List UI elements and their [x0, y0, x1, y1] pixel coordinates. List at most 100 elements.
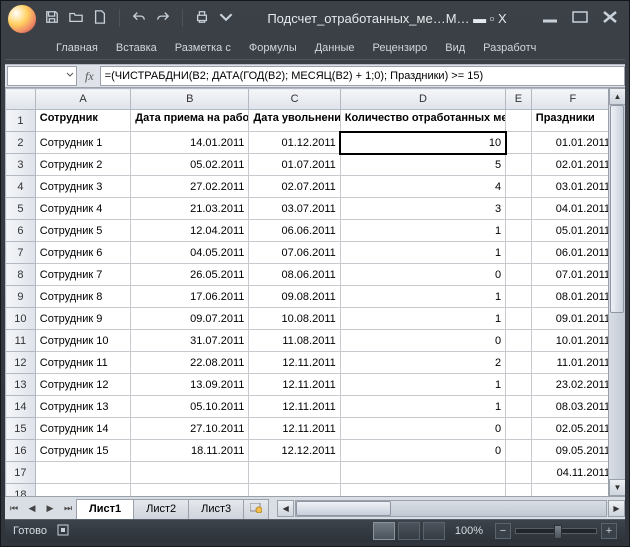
vertical-scrollbar[interactable]: ▲ ▼ [608, 88, 625, 496]
row-header-1[interactable]: 1 [6, 110, 36, 132]
zoom-slider[interactable] [515, 528, 597, 534]
insert-sheet-icon[interactable] [243, 499, 269, 519]
cell-B10[interactable]: 09.07.2011 [131, 308, 249, 330]
cell-E14[interactable] [506, 396, 532, 418]
cell-D7[interactable]: 1 [340, 242, 505, 264]
cell-F14[interactable]: 08.03.2011 [531, 396, 608, 418]
cell-F4[interactable]: 03.01.2011 [531, 176, 608, 198]
row-header-8[interactable]: 8 [6, 264, 36, 286]
row-header-15[interactable]: 15 [6, 418, 36, 440]
cell-B18[interactable] [131, 484, 249, 497]
row-header-7[interactable]: 7 [6, 242, 36, 264]
cell-B6[interactable]: 12.04.2011 [131, 220, 249, 242]
formula-input[interactable]: =(ЧИСТРАБДНИ(B2; ДАТА(ГОД(B2); МЕСЯЦ(B2)… [100, 66, 625, 86]
tab-nav-next[interactable]: ▶ [41, 499, 59, 517]
cell-F2[interactable]: 01.01.2011 [531, 132, 608, 154]
view-pagelayout-button[interactable] [398, 522, 420, 540]
ribbon-tab-главная[interactable]: Главная [47, 39, 107, 59]
cell-F6[interactable]: 05.01.2011 [531, 220, 608, 242]
row-header-9[interactable]: 9 [6, 286, 36, 308]
row-header-5[interactable]: 5 [6, 198, 36, 220]
cell-E10[interactable] [506, 308, 532, 330]
row-header-2[interactable]: 2 [6, 132, 36, 154]
cell-E4[interactable] [506, 176, 532, 198]
cell-C16[interactable]: 12.12.2011 [249, 440, 340, 462]
col-header-A[interactable]: A [35, 89, 131, 110]
cell-D18[interactable] [340, 484, 505, 497]
print-preview-icon[interactable] [195, 10, 209, 27]
row-header-16[interactable]: 16 [6, 440, 36, 462]
cell-F7[interactable]: 06.01.2011 [531, 242, 608, 264]
cell-C9[interactable]: 09.08.2011 [249, 286, 340, 308]
ribbon-tab-вставка[interactable]: Вставка [107, 39, 166, 59]
open-icon[interactable] [69, 10, 83, 27]
spreadsheet[interactable]: ABCDEF1СотрудникДата приема на работуДат… [5, 88, 608, 496]
cell-C8[interactable]: 08.06.2011 [249, 264, 340, 286]
cell-C15[interactable]: 12.11.2011 [249, 418, 340, 440]
cell-E16[interactable] [506, 440, 532, 462]
cell-E7[interactable] [506, 242, 532, 264]
cell-A5[interactable]: Сотрудник 4 [35, 198, 131, 220]
row-header-17[interactable]: 17 [6, 462, 36, 484]
cell-B12[interactable]: 22.08.2011 [131, 352, 249, 374]
cell-D1[interactable]: Количество отработанных месяцев [340, 110, 505, 132]
cell-B13[interactable]: 13.09.2011 [131, 374, 249, 396]
select-all-corner[interactable] [6, 89, 36, 110]
cell-B17[interactable] [131, 462, 249, 484]
cell-C6[interactable]: 06.06.2011 [249, 220, 340, 242]
cell-B9[interactable]: 17.06.2011 [131, 286, 249, 308]
cell-F13[interactable]: 23.02.2011 [531, 374, 608, 396]
cell-E3[interactable] [506, 154, 532, 176]
cell-E8[interactable] [506, 264, 532, 286]
cell-B4[interactable]: 27.02.2011 [131, 176, 249, 198]
cell-F1[interactable]: Праздники [531, 110, 608, 132]
cell-B7[interactable]: 04.05.2011 [131, 242, 249, 264]
row-header-12[interactable]: 12 [6, 352, 36, 374]
cell-A17[interactable] [35, 462, 131, 484]
ribbon-tab-формулы[interactable]: Формулы [240, 39, 306, 59]
cell-D15[interactable]: 0 [340, 418, 505, 440]
redo-icon[interactable] [156, 10, 170, 27]
save-icon[interactable] [45, 10, 59, 27]
cell-F15[interactable]: 02.05.2011 [531, 418, 608, 440]
sheet-tab-Лист2[interactable]: Лист2 [133, 499, 189, 519]
cell-E12[interactable] [506, 352, 532, 374]
cell-D14[interactable]: 1 [340, 396, 505, 418]
cell-B16[interactable]: 18.11.2011 [131, 440, 249, 462]
sheet-tab-Лист3[interactable]: Лист3 [188, 499, 244, 519]
cell-B14[interactable]: 05.10.2011 [131, 396, 249, 418]
scroll-up-icon[interactable]: ▲ [609, 88, 625, 105]
cell-B8[interactable]: 26.05.2011 [131, 264, 249, 286]
cell-C12[interactable]: 12.11.2011 [249, 352, 340, 374]
cell-F11[interactable]: 10.01.2011 [531, 330, 608, 352]
scroll-left-icon[interactable]: ◀ [277, 500, 294, 517]
row-header-14[interactable]: 14 [6, 396, 36, 418]
cell-D16[interactable]: 0 [340, 440, 505, 462]
macro-record-icon[interactable] [57, 524, 69, 539]
hscroll-thumb[interactable] [296, 501, 391, 516]
view-normal-button[interactable] [373, 522, 395, 540]
cell-A7[interactable]: Сотрудник 6 [35, 242, 131, 264]
cell-A15[interactable]: Сотрудник 14 [35, 418, 131, 440]
cell-E1[interactable] [506, 110, 532, 132]
zoom-level[interactable]: 100% [455, 525, 483, 537]
scroll-thumb[interactable] [610, 105, 624, 313]
cell-F18[interactable] [531, 484, 608, 497]
qat-dropdown-icon[interactable] [219, 10, 233, 27]
cell-A16[interactable]: Сотрудник 15 [35, 440, 131, 462]
cell-D6[interactable]: 1 [340, 220, 505, 242]
cell-C2[interactable]: 01.12.2011 [249, 132, 340, 154]
cell-D12[interactable]: 2 [340, 352, 505, 374]
office-button[interactable] [7, 4, 37, 34]
grid[interactable]: ABCDEF1СотрудникДата приема на работуДат… [5, 88, 608, 496]
row-header-13[interactable]: 13 [6, 374, 36, 396]
scroll-right-icon[interactable]: ▶ [608, 500, 625, 517]
scroll-track[interactable] [609, 105, 625, 479]
horizontal-scrollbar[interactable]: ◀ ▶ [277, 500, 625, 517]
close-button[interactable] [601, 10, 619, 27]
zoom-knob[interactable] [554, 525, 562, 539]
cell-A10[interactable]: Сотрудник 9 [35, 308, 131, 330]
cell-A6[interactable]: Сотрудник 5 [35, 220, 131, 242]
cell-D17[interactable] [340, 462, 505, 484]
cell-A11[interactable]: Сотрудник 10 [35, 330, 131, 352]
